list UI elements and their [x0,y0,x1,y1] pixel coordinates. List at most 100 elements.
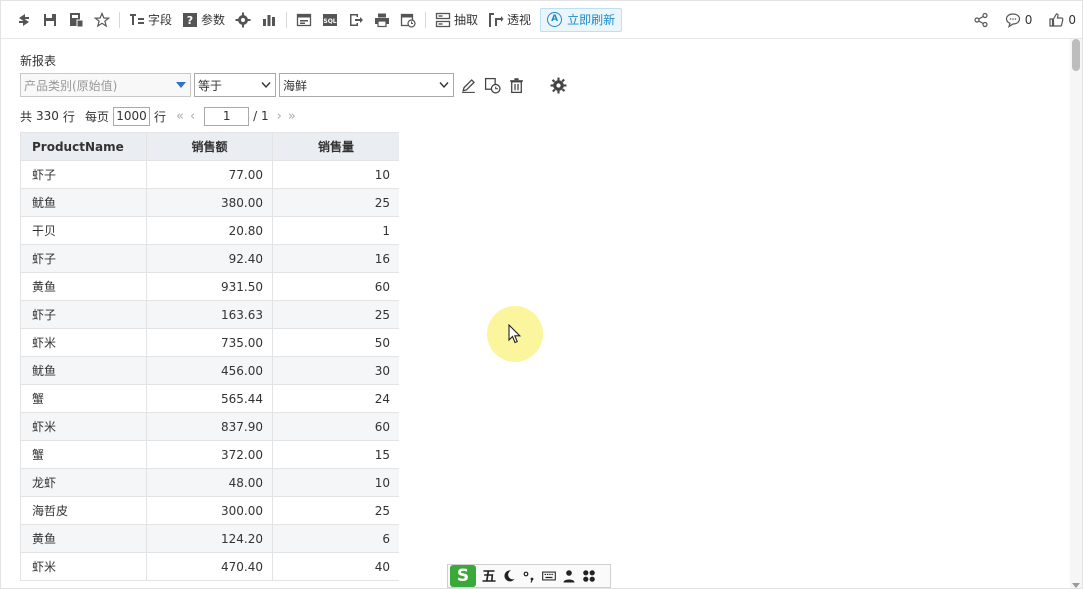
cell-sales-quantity: 60 [272,272,399,301]
filter-value-value: 海鲜 [283,78,308,93]
table-row[interactable]: 虾米 837.90 60 [20,412,399,441]
like-button[interactable]: 0 [1048,12,1076,28]
export-button[interactable] [343,7,369,33]
cell-sales-quantity: 60 [272,412,399,441]
refresh-now-label: 立即刷新 [567,13,616,27]
edit-icon[interactable] [460,77,477,94]
table-row[interactable]: 蟹 565.44 24 [20,384,399,413]
table-row[interactable]: 虾子 92.40 16 [20,244,399,273]
gear-icon [550,77,567,93]
punctuation-icon[interactable] [522,569,536,583]
copy-icon[interactable] [484,77,501,94]
like-count: 0 [1068,13,1076,27]
data-table-container: ProductName 销售额 销售量 虾子 77.00 10 鱿鱼 380.00 25 干… [20,132,399,588]
cell-productname: 蟹 [20,440,147,469]
table-row[interactable]: 虾子 77.00 10 [20,160,399,189]
filter-row: 产品类别(原始值) 等于 海鲜 [20,73,567,97]
star-icon [94,11,110,27]
cell-sales-quantity: 6 [272,524,399,553]
scroll-down-icon[interactable] [1072,583,1080,588]
favorite-button[interactable] [89,7,115,33]
cell-sales-amount: 300.00 [146,496,273,525]
cell-sales-amount: 20.80 [146,216,273,245]
comment-count: 0 [1024,13,1033,27]
cell-sales-amount: 456.00 [146,356,273,385]
schedule-button[interactable] [395,7,421,33]
filter-field-select[interactable]: 产品类别(原始值) [20,73,191,97]
table-row[interactable]: 虾米 735.00 50 [20,328,399,357]
prev-page-icon[interactable]: ‹ [190,109,195,124]
table-row[interactable]: 虾米 470.40 40 [20,552,399,581]
param-button[interactable]: ? 参数 [177,7,230,33]
total-prefix: 共 [20,109,33,124]
cell-productname: 虾米 [20,328,147,357]
moon-icon[interactable] [502,569,516,583]
param-icon: ? [183,12,198,27]
cell-sales-quantity: 15 [272,440,399,469]
chart-button[interactable] [256,7,282,33]
scrollbar-thumb[interactable] [1072,39,1080,71]
cell-productname: 虾子 [20,300,147,329]
table-row[interactable]: 海哲皮 300.00 25 [20,496,399,525]
cell-sales-quantity: 50 [272,328,399,357]
filter-operator-select[interactable]: 等于 [194,73,276,97]
cell-productname: 海哲皮 [20,496,147,525]
ime-mode[interactable]: 五 [482,566,496,586]
bar-chart-icon [263,14,276,26]
last-page-icon[interactable]: » [288,109,296,124]
current-page-input[interactable]: 1 [204,106,250,126]
pivot-label: 透视 [507,13,532,27]
refresh-now-button[interactable]: A 立即刷新 [540,7,623,32]
keyboard-icon[interactable] [542,569,556,583]
column-header-sales-amount[interactable]: 销售额 [146,132,273,161]
cell-sales-quantity: 25 [272,496,399,525]
ime-logo[interactable]: S [450,565,476,587]
table-row[interactable]: 虾子 163.63 25 [20,300,399,329]
form-icon [296,13,312,26]
table-row[interactable]: 鱿鱼 456.00 30 [20,356,399,385]
toolbar-separator [425,11,427,28]
per-page-prefix: 每页 [84,109,109,124]
field-button[interactable]: 字段 [124,7,177,33]
comment-button[interactable]: 0 [1005,12,1033,28]
cell-sales-amount: 163.63 [146,300,273,329]
table-row[interactable]: 黄鱼 124.20 6 [20,524,399,553]
user-icon[interactable] [562,569,576,583]
extract-button[interactable]: 抽取 [430,7,483,33]
trash-icon[interactable] [508,77,525,94]
settings-button[interactable] [230,7,256,33]
pivot-button[interactable]: 透视 [483,7,536,33]
mouse-cursor-icon [508,324,522,344]
sql-button[interactable]: SQL [317,7,343,33]
save-icon [44,13,56,26]
filter-value-select[interactable]: 海鲜 [279,73,454,97]
share-button[interactable] [973,12,989,28]
page-size-input[interactable]: 1000 [112,106,150,126]
table-row[interactable]: 龙虾 48.00 10 [20,468,399,497]
table-row[interactable]: 蟹 372.00 15 [20,440,399,469]
print-button[interactable] [369,7,395,33]
chevron-down-icon [261,82,271,89]
apps-icon[interactable] [582,569,596,583]
table-row[interactable]: 干贝 20.80 1 [20,216,399,245]
svg-text:?: ? [187,14,193,27]
column-header-sales-quantity[interactable]: 销售量 [272,132,399,161]
chevron-down-icon [439,82,449,89]
cell-sales-amount: 372.00 [146,440,273,469]
table-row[interactable]: 黄鱼 931.50 60 [20,272,399,301]
save-button[interactable] [37,7,63,33]
column-header-productname[interactable]: ProductName [20,132,147,161]
refresh-button[interactable] [11,7,37,33]
cell-sales-amount: 735.00 [146,328,273,357]
cell-sales-quantity: 30 [272,356,399,385]
cell-productname: 蟹 [20,384,147,413]
filter-settings-button[interactable] [550,77,567,94]
filter-operator-value: 等于 [198,78,223,93]
cell-productname: 干贝 [20,216,147,245]
next-page-icon[interactable]: › [277,109,282,124]
first-page-icon[interactable]: « [176,109,184,124]
table-row[interactable]: 鱿鱼 380.00 25 [20,188,399,217]
save-as-button[interactable] [63,7,89,33]
vertical-scrollbar[interactable] [1070,39,1082,588]
form-button[interactable] [291,7,317,33]
